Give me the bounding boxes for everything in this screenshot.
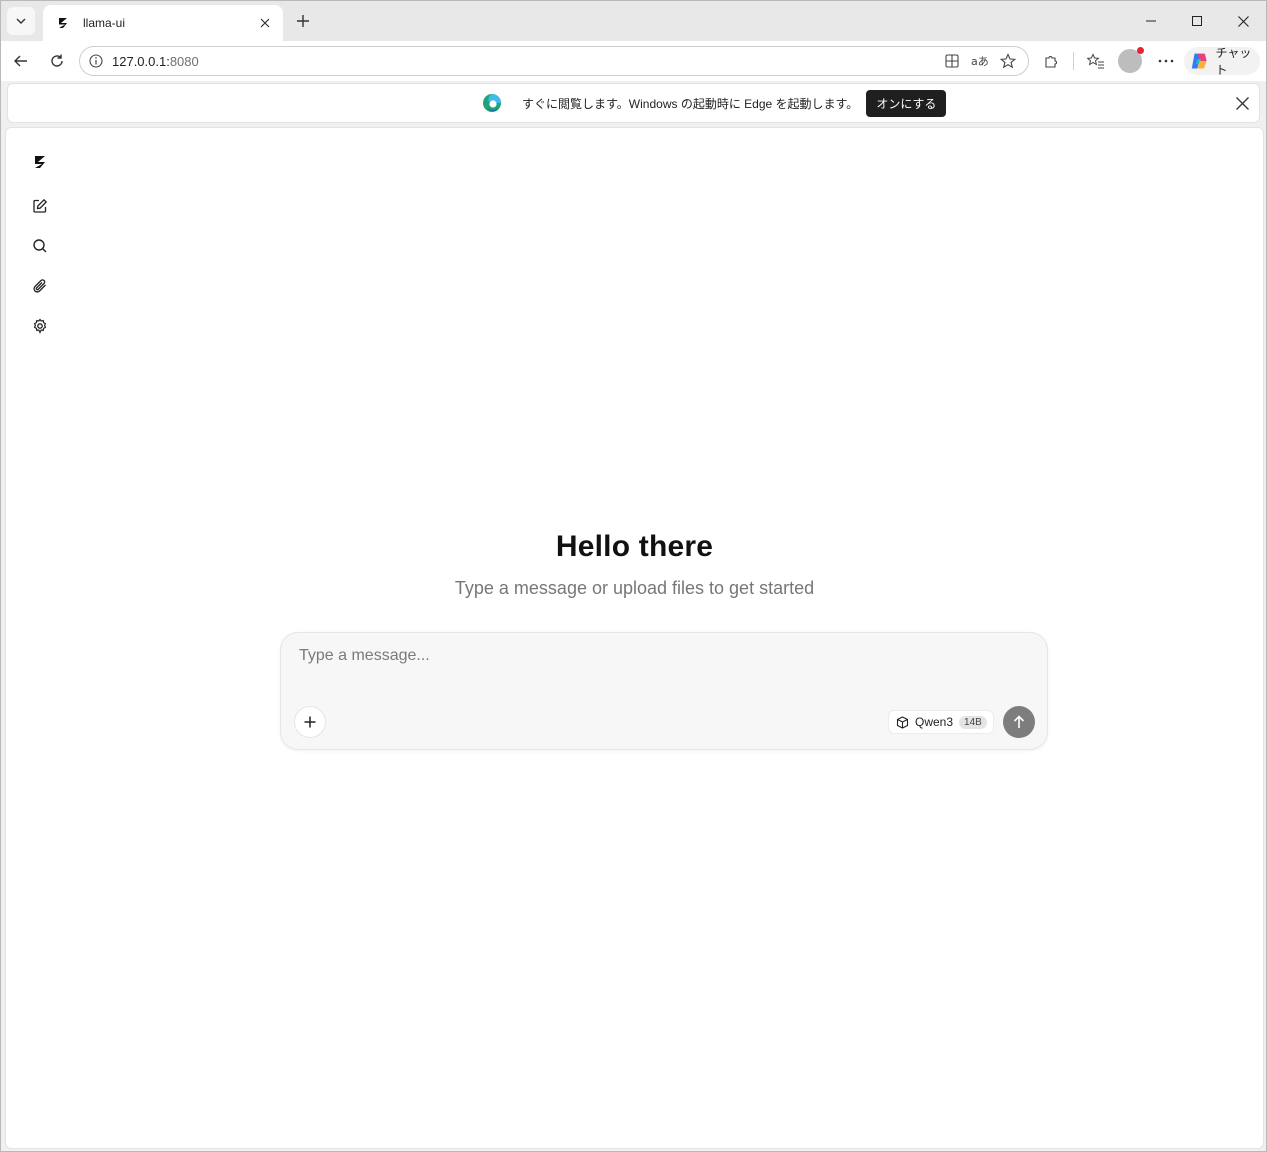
paperclip-icon — [33, 279, 46, 293]
favorites-list-icon — [1087, 53, 1104, 69]
browser-window: llama-ui 127.0.0.1: 8080 aあ チャット すぐに閲覧しま… — [0, 0, 1267, 1152]
infobar-content: すぐに閲覧します。Windows の起動時に Edge を起動します。 オンにす… — [482, 89, 947, 117]
tab-list-button[interactable] — [7, 7, 35, 35]
infobar-close-icon[interactable] — [1233, 94, 1251, 112]
back-arrow-icon — [14, 55, 27, 67]
minimize-button[interactable] — [1128, 1, 1174, 41]
edit-icon — [33, 198, 48, 213]
new-tab-button[interactable] — [289, 7, 317, 35]
copilot-logo-icon — [1191, 53, 1207, 69]
translate-icon[interactable]: aあ — [966, 50, 994, 72]
refresh-button[interactable] — [43, 47, 71, 75]
puzzle-icon — [1045, 56, 1057, 68]
toolbar-separator — [1073, 52, 1074, 70]
address-bar-actions: aあ — [938, 50, 1022, 72]
app-available-icon[interactable] — [938, 50, 966, 72]
attachments-button[interactable] — [28, 274, 52, 298]
startup-infobar: すぐに閲覧します。Windows の起動時に Edge を起動します。 オンにす… — [7, 83, 1260, 123]
hero-subtitle: Type a message or upload files to get st… — [454, 578, 815, 598]
llama-logo-icon — [55, 15, 71, 31]
infobar-enable-button[interactable]: オンにする — [866, 89, 947, 117]
new-chat-button[interactable] — [28, 194, 52, 218]
maximize-button[interactable] — [1174, 1, 1220, 41]
tab-title: llama-ui — [83, 16, 126, 30]
refresh-icon — [51, 54, 63, 67]
more-dots-icon — [1158, 59, 1174, 63]
close-window-button[interactable] — [1220, 1, 1266, 41]
tab-llama-ui[interactable]: llama-ui — [43, 5, 283, 41]
window-controls — [1128, 1, 1266, 41]
arrow-up-icon — [1013, 715, 1025, 728]
plus-icon — [304, 716, 316, 728]
cube-icon — [895, 715, 909, 729]
settings-button[interactable] — [28, 314, 52, 338]
site-info-icon[interactable] — [88, 53, 104, 69]
tab-close-icon[interactable] — [253, 11, 277, 35]
add-attachment-button[interactable] — [294, 706, 326, 738]
message-input[interactable] — [299, 647, 1019, 681]
app-logo[interactable] — [28, 150, 52, 174]
edge-logo-icon — [483, 94, 501, 112]
url-host: 127.0.0.1: — [112, 53, 170, 69]
infobar-message: すぐに閲覧します。Windows の起動時に Edge を起動します。 — [522, 96, 859, 111]
copilot-label: チャット — [1215, 46, 1252, 77]
search-button[interactable] — [28, 234, 52, 258]
browser-toolbar: 127.0.0.1: 8080 aあ チャット — [1, 41, 1266, 81]
model-name: Qwen3 — [915, 715, 954, 729]
svg-text:aあ: aあ — [971, 55, 989, 68]
tab-strip: llama-ui — [1, 1, 1266, 41]
address-bar[interactable]: 127.0.0.1: 8080 aあ — [79, 46, 1029, 76]
close-icon — [1237, 15, 1249, 27]
hero-title: Hello there — [555, 530, 714, 563]
copilot-chat-button[interactable]: チャット — [1184, 46, 1260, 77]
chevron-down-icon — [16, 18, 26, 24]
welcome-hero: Hello there Type a message or upload fil… — [6, 530, 1263, 599]
back-button[interactable] — [7, 47, 35, 75]
profile-avatar[interactable] — [1118, 47, 1144, 73]
maximize-icon — [1192, 16, 1202, 26]
message-composer: Qwen3 14B — [280, 632, 1048, 750]
url-port: 8080 — [169, 53, 199, 69]
model-selector[interactable]: Qwen3 14B — [888, 710, 994, 734]
send-button[interactable] — [1003, 706, 1035, 738]
favorite-star-icon[interactable] — [994, 50, 1022, 72]
notification-dot — [1137, 47, 1144, 54]
toolbar-actions — [1037, 47, 1188, 75]
model-size-badge: 14B — [959, 715, 987, 729]
more-menu-button[interactable] — [1152, 47, 1180, 75]
plus-icon — [297, 15, 309, 27]
minimize-icon — [1146, 20, 1156, 22]
extensions-button[interactable] — [1037, 47, 1065, 75]
page-viewport: Hello there Type a message or upload fil… — [5, 127, 1264, 1149]
search-icon — [33, 239, 47, 253]
app-sidebar — [6, 128, 76, 1148]
llama-logo-icon — [35, 156, 45, 168]
favorites-button[interactable] — [1082, 47, 1110, 75]
gear-icon — [33, 318, 47, 334]
